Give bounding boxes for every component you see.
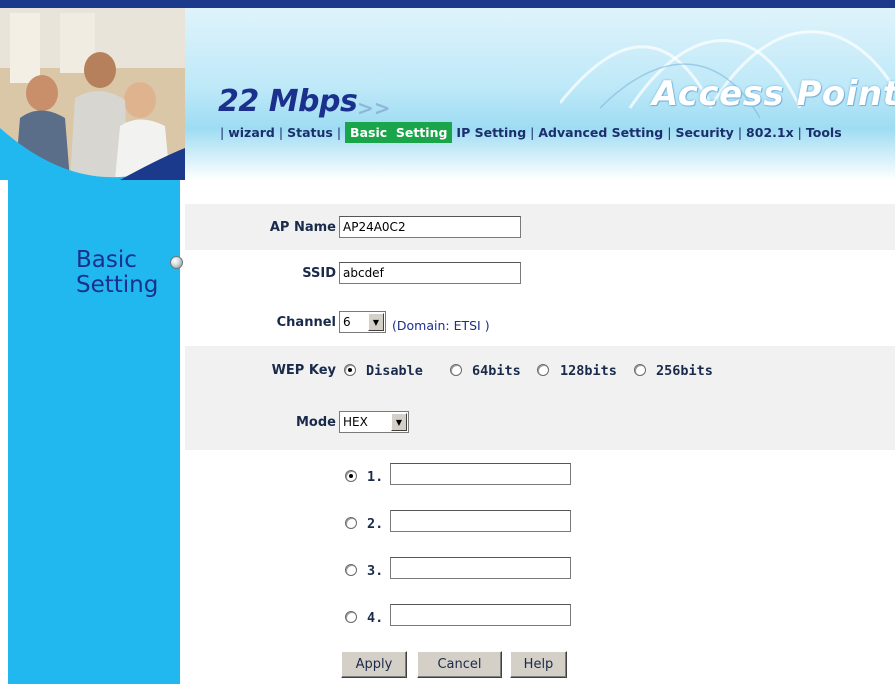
key-4-input[interactable] [390,604,571,626]
section-title-line1: Basic [76,247,137,273]
key-3-radio[interactable] [345,564,357,576]
nav-wizard[interactable]: wizard [228,122,275,143]
wep-64bits-label: 64bits [472,363,521,379]
nav-security[interactable]: Security [675,122,733,143]
ssid-label: SSID [302,266,336,281]
key-4-radio[interactable] [345,611,357,623]
wep-disable-radio[interactable] [344,364,356,376]
channel-label: Channel [276,315,336,330]
nav-tools[interactable]: Tools [806,122,842,143]
channel-value: 6 [343,315,351,329]
wep-256bits-label: 256bits [656,363,713,379]
nav-basic-setting[interactable]: Basic Setting [345,122,453,143]
nav-separator: | [667,125,672,140]
mode-select[interactable]: HEX ▼ [339,411,409,433]
ap-name-label: AP Name [269,220,336,235]
photo-art [0,8,185,180]
header-banner: 22 Mbps >> Access Point [0,8,895,180]
brand-arrows: >> [357,96,391,120]
key-1-input[interactable] [390,463,571,485]
key-3-label: 3. [367,563,384,579]
chevron-down-icon[interactable]: ▼ [368,313,384,331]
wep-key-label: WEP Key [271,363,336,378]
brand-speed: 22 Mbps [218,84,358,119]
wep-128bits-label: 128bits [560,363,617,379]
wep-disable-label: Disable [366,363,423,379]
nav-separator: | [530,125,535,140]
ap-name-input[interactable] [339,216,521,238]
top-nav: | wizard | Status | Basic Setting IP Set… [216,121,842,144]
bullet-icon [170,256,183,269]
form-band-wep [185,346,895,450]
nav-separator: | [797,125,802,140]
ssid-input[interactable] [339,262,521,284]
apply-button[interactable]: Apply [341,651,407,678]
nav-802-1x[interactable]: 802.1x [746,122,794,143]
key-2-radio[interactable] [345,517,357,529]
wep-256bits-radio[interactable] [634,364,646,376]
mode-value: HEX [343,415,368,429]
key-2-input[interactable] [390,510,571,532]
nav-separator: | [336,125,342,140]
top-strip [0,0,895,8]
nav-separator: | [220,125,225,140]
help-button[interactable]: Help [510,651,567,678]
domain-text: (Domain: ETSI ) [392,318,490,333]
key-1-label: 1. [367,469,384,485]
cancel-button[interactable]: Cancel [417,651,502,678]
key-2-label: 2. [367,516,384,532]
section-title: Basic Setting [76,248,158,298]
wep-64bits-radio[interactable] [450,364,462,376]
nav-separator: | [278,125,284,140]
product-title: Access Point [652,74,895,114]
wep-128bits-radio[interactable] [537,364,549,376]
chevron-down-icon[interactable]: ▼ [391,413,407,431]
nav-status[interactable]: Status [287,122,333,143]
nav-advanced-setting[interactable]: Advanced Setting [538,122,663,143]
key-4-label: 4. [367,610,384,626]
family-photo [0,8,185,180]
mode-label: Mode [296,415,336,430]
key-3-input[interactable] [390,557,571,579]
nav-separator: | [737,125,743,140]
key-1-radio[interactable] [345,470,357,482]
channel-select[interactable]: 6 ▼ [339,311,386,333]
nav-ip-setting[interactable]: IP Setting [456,122,526,143]
section-title-line2: Setting [76,272,159,298]
